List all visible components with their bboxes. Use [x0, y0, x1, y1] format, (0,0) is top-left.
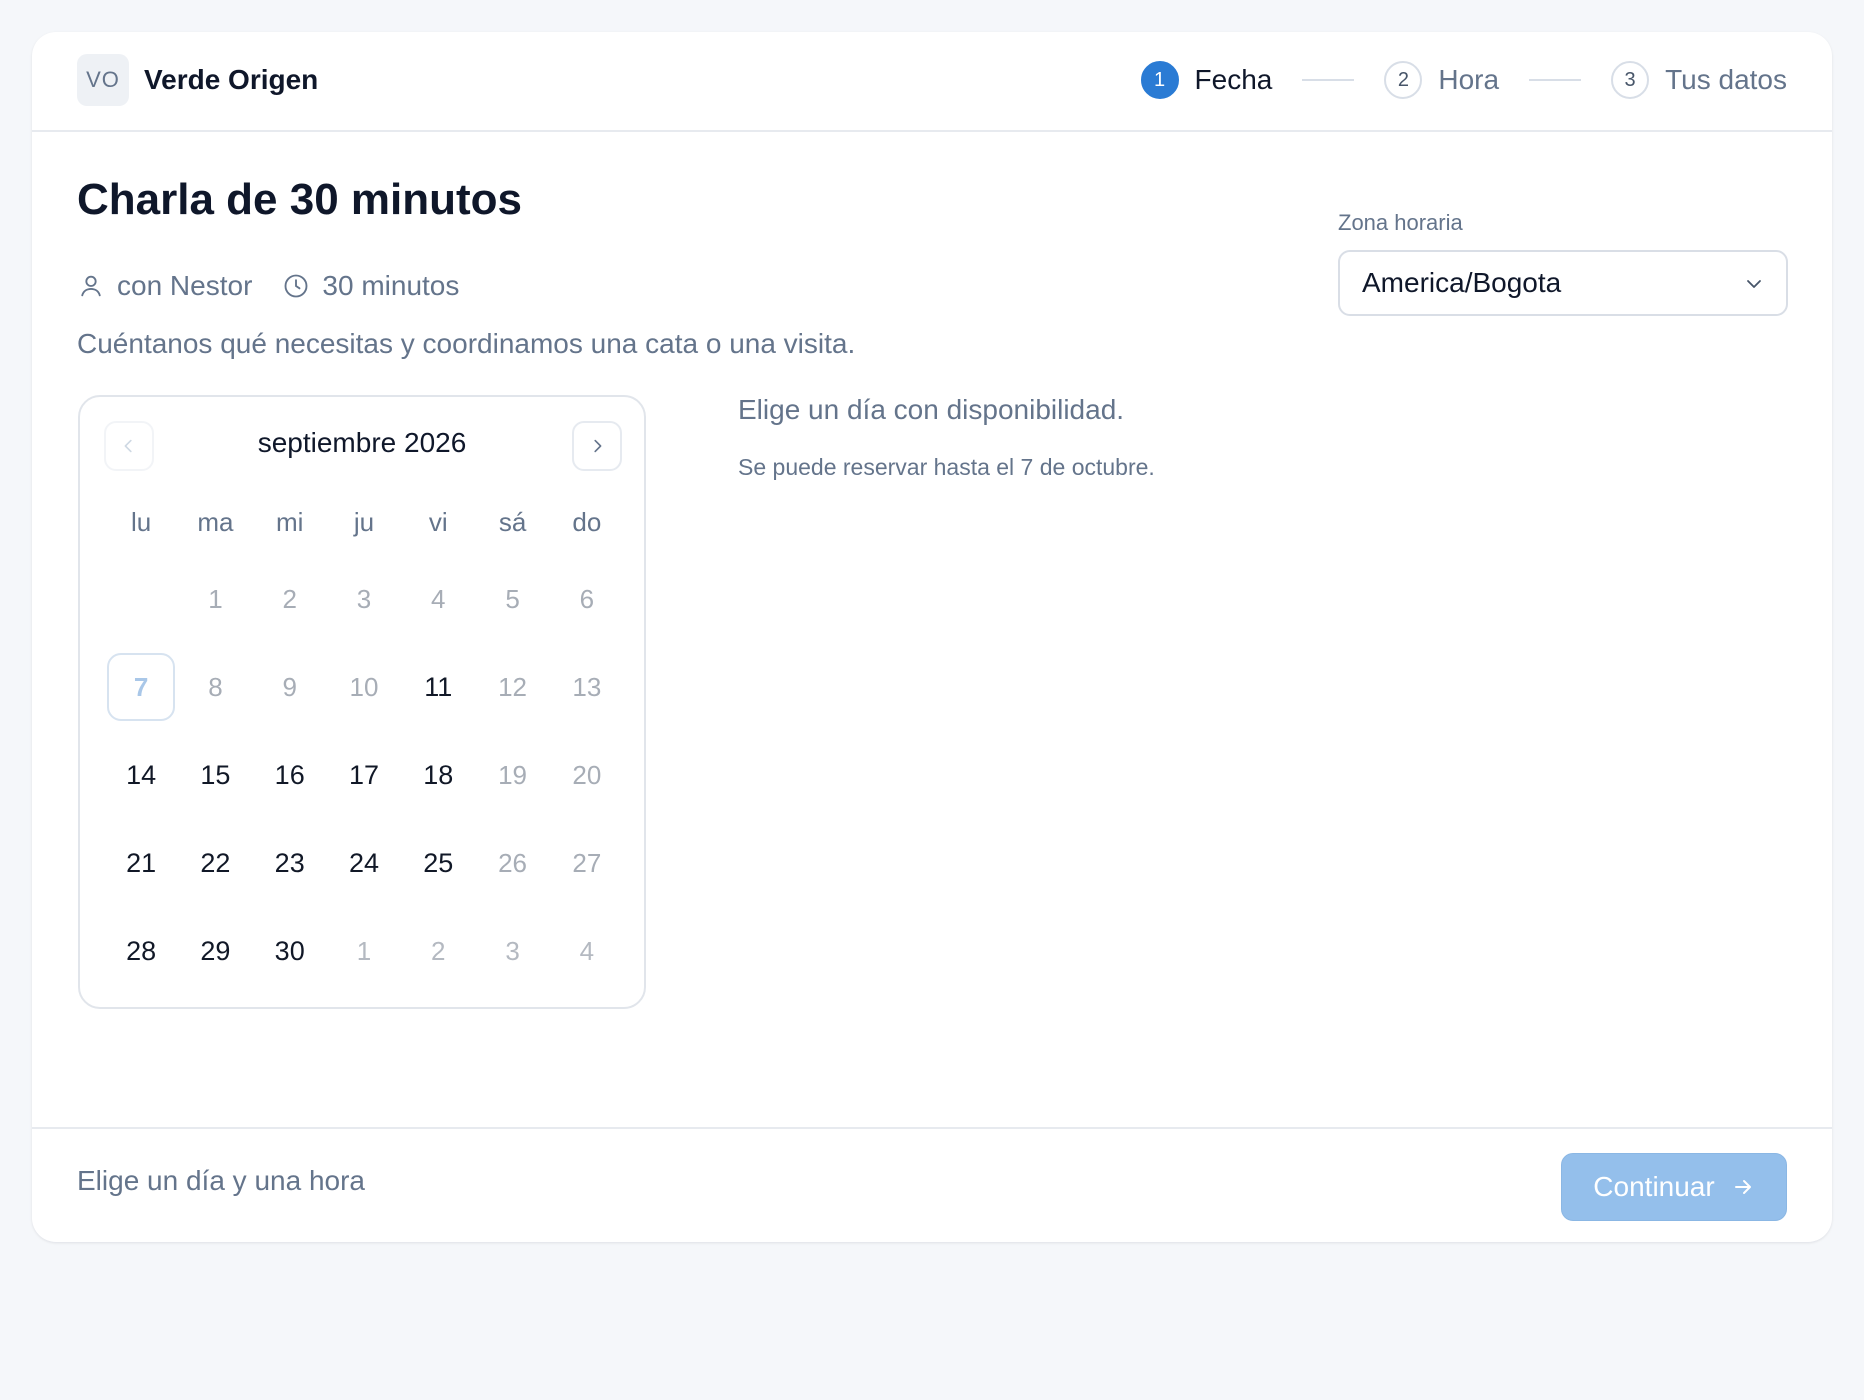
duration-info: 30 minutos	[282, 270, 459, 302]
availability-prompt: Elige un día con disponibilidad.	[738, 394, 1125, 425]
calendar-day: 8	[208, 671, 223, 702]
calendar-day: 1	[356, 935, 372, 966]
calendar-month-label: septiembre 2026	[257, 427, 467, 458]
timezone-value: America/Bogota	[1362, 267, 1562, 298]
calendar-day: 3	[356, 583, 372, 614]
step-number: 3	[1611, 61, 1650, 99]
weekday-label: ma	[197, 507, 234, 537]
calendar-day[interactable]: 14	[107, 741, 175, 809]
next-month-button[interactable]	[572, 421, 622, 471]
calendar-day[interactable]: 21	[107, 829, 175, 897]
calendar-week: 21 22 23 24 25 26 27	[104, 829, 624, 917]
calendar-day[interactable]: 24	[330, 829, 398, 897]
calendar-day: 1	[208, 583, 223, 614]
calendar-day: 10	[349, 671, 379, 702]
calendar-day[interactable]: 17	[330, 741, 398, 809]
timezone-select[interactable]: America/Bogota	[1338, 250, 1788, 316]
weekday-label: sá	[498, 507, 527, 537]
event-title: Charla de 30 minutos	[77, 175, 523, 224]
calendar-empty-cell	[107, 565, 175, 633]
weekday-label: vi	[428, 507, 448, 537]
chevron-right-icon	[594, 439, 602, 453]
brand: VO Verde Origen	[77, 54, 318, 106]
step-tus-datos: 3 Tus datos	[1611, 61, 1787, 99]
calendar-day: 2	[282, 583, 297, 614]
arrow-right-icon	[1734, 1180, 1751, 1194]
brand-name: Verde Origen	[144, 64, 319, 95]
stepper: 1 Fecha 2 Hora 3 Tus datos	[1140, 54, 1787, 106]
step-label: Fecha	[1194, 64, 1273, 95]
calendar-day[interactable]: 29	[181, 917, 249, 985]
calendar: septiembre 2026 lu ma mi ju vi sá do 123…	[78, 395, 646, 1009]
calendar-day[interactable]: 16	[256, 741, 324, 809]
step-fecha: 1 Fecha	[1140, 61, 1273, 99]
calendar-day: 7	[107, 653, 176, 721]
calendar-day: 20	[572, 759, 602, 790]
calendar-day: 26	[498, 847, 527, 878]
host-name: con Nestor	[117, 270, 253, 301]
calendar-week: 1 2 3 4 5 6	[104, 565, 624, 653]
calendar-grid: 1 2 3 4 5 6 7 8 9 10 11 12 13 14 15 16 17 18 19 20 21 22 23 24 2…	[104, 565, 624, 1005]
calendar-day: 2	[431, 935, 446, 966]
calendar-day[interactable]: 18	[404, 741, 472, 809]
chevron-down-icon	[1747, 280, 1761, 288]
calendar-day: 12	[498, 671, 527, 702]
weekday-label: mi	[275, 507, 304, 537]
calendar-week: 28 29 30 1 2 3 4	[104, 917, 624, 1005]
continue-label: Continuar	[1593, 1171, 1715, 1202]
step-connector	[1302, 79, 1355, 81]
step-connector	[1529, 79, 1582, 81]
brand-logo: VO	[77, 54, 129, 106]
calendar-day: 4	[579, 935, 595, 966]
calendar-day[interactable]: 23	[256, 829, 324, 897]
step-label: Tus datos	[1665, 64, 1787, 95]
calendar-day: 5	[505, 583, 520, 614]
host-info: con Nestor	[77, 270, 252, 302]
timezone-label: Zona horaria	[1338, 210, 1463, 235]
calendar-week: 7 8 9 10 11 12 13	[104, 653, 624, 741]
calendar-day[interactable]: 15	[181, 741, 249, 809]
step-number: 1	[1140, 61, 1179, 99]
calendar-day: 9	[282, 671, 297, 702]
weekday-label: lu	[131, 507, 152, 537]
footer-status: Elige un día y una hora	[77, 1165, 365, 1196]
booking-limit-note: Se puede reservar hasta el 7 de octubre.	[738, 454, 1155, 480]
weekday-label: do	[572, 507, 602, 537]
calendar-day[interactable]: 25	[404, 829, 472, 897]
calendar-day[interactable]: 22	[181, 829, 249, 897]
footer: Elige un día y una hora Continuar	[32, 1127, 1832, 1244]
weekday-label: ju	[353, 507, 375, 537]
event-description: Cuéntanos qué necesitas y coordinamos un…	[77, 328, 856, 359]
step-number: 2	[1384, 61, 1423, 99]
calendar-day: 27	[572, 847, 602, 878]
calendar-week: 14 15 16 17 18 19 20	[104, 741, 624, 829]
event-duration: 30 minutos	[322, 270, 460, 301]
event-meta: con Nestor 30 minutos	[77, 270, 459, 302]
calendar-day: 4	[431, 583, 446, 614]
calendar-day: 3	[505, 935, 520, 966]
calendar-day[interactable]: 11	[404, 653, 472, 721]
calendar-day[interactable]: 30	[256, 917, 324, 985]
step-label: Hora	[1438, 64, 1500, 95]
booking-card: VO Verde Origen 1 Fecha 2 Hora 3 Tus dat…	[32, 32, 1832, 1242]
continue-button[interactable]: Continuar	[1561, 1153, 1787, 1221]
calendar-day: 13	[572, 671, 602, 702]
calendar-day: 6	[579, 583, 595, 614]
weekday-header: lu ma mi ju vi sá do	[104, 507, 624, 538]
user-icon	[81, 275, 101, 297]
calendar-day[interactable]: 28	[107, 917, 175, 985]
step-hora: 2 Hora	[1384, 61, 1499, 99]
calendar-day: 19	[498, 759, 527, 790]
clock-icon	[284, 274, 308, 298]
header: VO Verde Origen 1 Fecha 2 Hora 3 Tus dat…	[32, 32, 1832, 132]
